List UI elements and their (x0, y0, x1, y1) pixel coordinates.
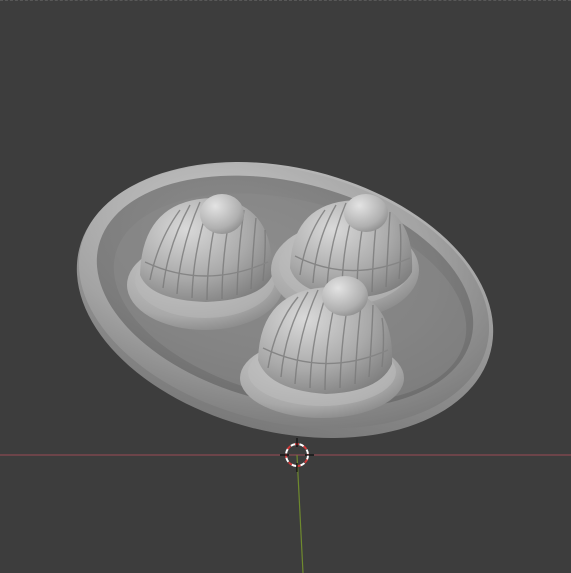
3d-viewport[interactable] (0, 0, 571, 573)
y-axis-line (296, 454, 304, 573)
viewport-scene (0, 162, 571, 573)
